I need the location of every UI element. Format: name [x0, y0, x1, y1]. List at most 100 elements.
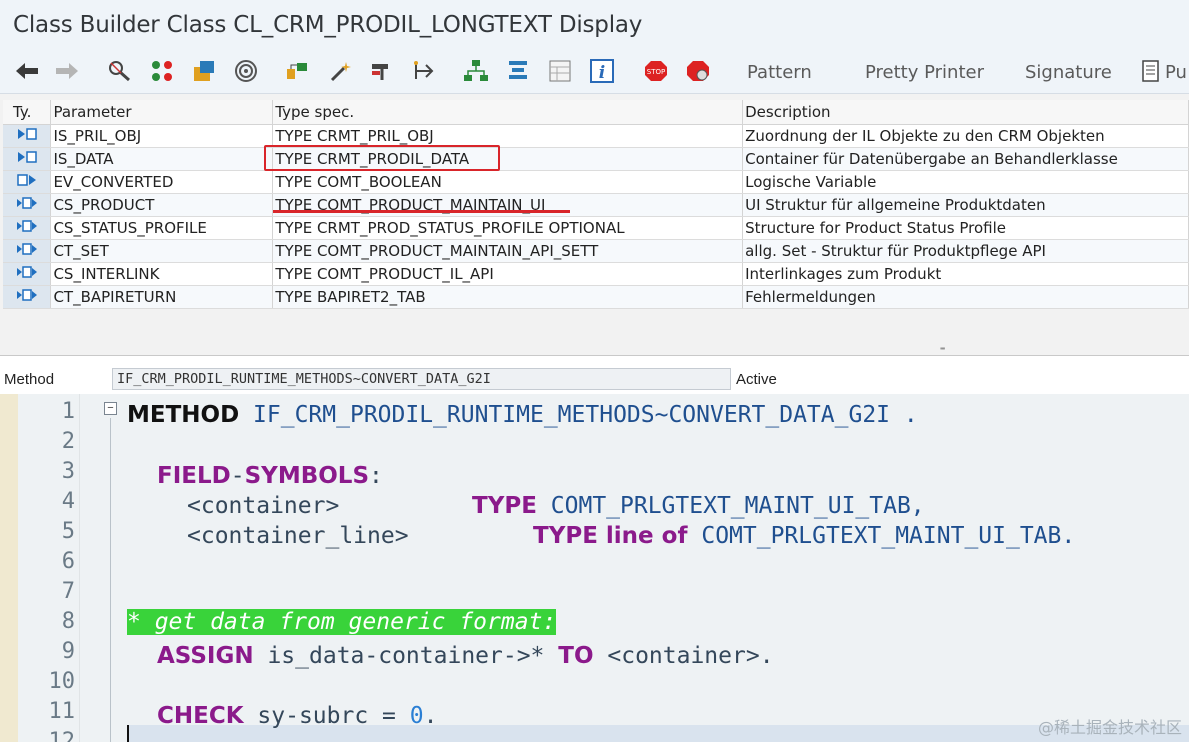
pattern-button[interactable]: Pattern — [747, 62, 812, 83]
keyword-field: FIELD — [157, 463, 231, 489]
type-spec-cell[interactable]: TYPE COMT_BOOLEAN — [272, 170, 744, 194]
table-header-row: Ty. Parameter Type spec. Description — [3, 100, 1189, 125]
line-numbers: 1 2 3 4 5 6 7 8 9 10 11 12 — [18, 394, 80, 742]
table-row[interactable]: CT_SET TYPE COMT_PRODUCT_MAINTAIN_API_SET… — [3, 239, 1189, 263]
type-name: COMT_PRLGTEXT_MAINT_UI_TAB, — [550, 493, 925, 519]
breakpoint-icon[interactable]: STOP — [643, 58, 669, 84]
code-line-4-type: TYPE COMT_PRLGTEXT_MAINT_UI_TAB, — [472, 491, 925, 521]
window-title: Class Builder Class CL_CRM_PRODIL_LONGTE… — [13, 12, 643, 38]
table-row[interactable]: CS_STATUS_PROFILE TYPE CRMT_PROD_STATUS_P… — [3, 216, 1189, 240]
description-cell[interactable]: Interlinkages zum Produkt — [742, 262, 1189, 286]
description-cell[interactable]: UI Struktur für allgemeine Produktdaten — [742, 193, 1189, 217]
statement-end: . — [890, 402, 918, 428]
type-spec-cell[interactable]: TYPE BAPIRET2_TAB — [272, 285, 744, 309]
parameter-panel: Ty. Parameter Type spec. Description IS_… — [0, 94, 1189, 356]
line-number: 9 — [61, 639, 75, 664]
table-row[interactable]: CS_PRODUCT TYPE COMT_PRODUCT_MAINTAIN_UI U… — [3, 193, 1189, 217]
statement-end: . — [423, 703, 438, 729]
method-name-field[interactable]: IF_CRM_PRODIL_RUNTIME_METHODS~CONVERT_DA… — [112, 368, 731, 390]
column-header-description[interactable]: Description — [742, 100, 1189, 125]
where-used-icon[interactable] — [234, 58, 260, 84]
table-row[interactable]: CT_BAPIRETURN TYPE BAPIRET2_TAB Fehlermeld… — [3, 285, 1189, 309]
back-arrow-icon[interactable] — [14, 58, 40, 84]
object-list-icon[interactable] — [285, 58, 311, 84]
keyword-to: TO — [558, 643, 594, 669]
description-cell[interactable]: Logische Variable — [742, 170, 1189, 194]
table-row[interactable]: IS_DATA TYPE CRMT_PRODIL_DATA Container fü… — [3, 147, 1189, 171]
line-number: 12 — [48, 729, 76, 742]
signature-button[interactable]: Signature — [1025, 62, 1112, 83]
type-spec-cell[interactable]: TYPE COMT_PRODUCT_MAINTAIN_UI — [272, 193, 744, 217]
code-line-4: <container> — [187, 491, 339, 521]
pretty-printer-button[interactable]: Pretty Printer — [865, 62, 984, 83]
document-icon[interactable] — [1138, 58, 1164, 84]
hierarchy-icon[interactable] — [505, 58, 531, 84]
changing-parameter-icon[interactable] — [3, 262, 52, 286]
method-name: IF_CRM_PRODIL_RUNTIME_METHODS~CONVERT_DA… — [253, 402, 891, 428]
svg-text:STOP: STOP — [647, 68, 665, 76]
type-spec-cell[interactable]: TYPE CRMT_PRODIL_DATA — [272, 147, 744, 171]
activate-icon[interactable] — [329, 58, 355, 84]
type-spec-cell[interactable]: TYPE CRMT_PRIL_OBJ — [272, 124, 744, 148]
stack-icon[interactable] — [547, 58, 573, 84]
method-bar: Method IF_CRM_PRODIL_RUNTIME_METHODS~CON… — [0, 356, 1189, 394]
table-row[interactable]: CS_INTERLINK TYPE COMT_PRODUCT_IL_API Inte… — [3, 262, 1189, 286]
parameter-cell[interactable]: IS_PRIL_OBJ — [50, 124, 274, 148]
forward-arrow-icon[interactable] — [54, 58, 80, 84]
line-number: 4 — [61, 489, 75, 514]
changing-parameter-icon[interactable] — [3, 239, 52, 263]
watermark: @稀土掘金技术社区 — [1037, 718, 1182, 737]
pu-button[interactable]: Pu — [1165, 62, 1187, 83]
table-row[interactable]: EV_CONVERTED TYPE COMT_BOOLEAN Logische Va… — [3, 170, 1189, 194]
code-editor[interactable]: 1 2 3 4 5 6 7 8 9 10 11 12 − METHOD IF_CRM_PRODIL_R… — [0, 394, 1189, 742]
other-object-icon[interactable] — [107, 58, 133, 84]
changing-parameter-icon[interactable] — [3, 285, 52, 309]
importing-parameter-icon[interactable] — [3, 147, 52, 171]
svg-text:i: i — [599, 63, 605, 83]
description-cell[interactable]: Fehlermeldungen — [742, 285, 1189, 309]
type-spec-cell[interactable]: TYPE COMT_PRODUCT_MAINTAIN_API_SETT — [272, 239, 744, 263]
changing-parameter-icon[interactable] — [3, 216, 52, 240]
info-icon[interactable]: i — [589, 58, 615, 84]
comment: * get data from generic format: — [127, 609, 557, 635]
test-icon[interactable] — [369, 58, 395, 84]
parameter-cell[interactable]: IS_DATA — [50, 147, 274, 171]
parameter-cell[interactable]: CS_STATUS_PROFILE — [50, 216, 274, 240]
column-header-type-spec[interactable]: Type spec. — [272, 100, 744, 125]
type-spec-cell[interactable]: TYPE CRMT_PROD_STATUS_PROFILE OPTIONAL — [272, 216, 744, 240]
external-breakpoint-icon[interactable] — [685, 58, 711, 84]
exporting-parameter-icon[interactable] — [3, 170, 52, 194]
parameter-table: Ty. Parameter Type spec. Description IS_… — [3, 100, 1189, 309]
column-header-ty[interactable]: Ty. — [3, 100, 52, 125]
field-symbol: <container>. — [607, 643, 774, 669]
description-cell[interactable]: Zuordnung der IL Objekte zu den CRM Obje… — [742, 124, 1189, 148]
parameter-cell[interactable]: CT_BAPIRETURN — [50, 285, 274, 309]
keyword-assign: ASSIGN — [157, 643, 254, 669]
line-number: 6 — [61, 549, 75, 574]
description-cell[interactable]: Container für Datenübergabe an Behandler… — [742, 147, 1189, 171]
description-cell[interactable]: Structure for Product Status Profile — [742, 216, 1189, 240]
description-cell[interactable]: allg. Set - Struktur für Produktpflege A… — [742, 239, 1189, 263]
column-header-parameter[interactable]: Parameter — [50, 100, 274, 125]
expression: is_data-container->* — [267, 643, 545, 669]
active-inactive-icon[interactable] — [192, 58, 218, 84]
line-number: 1 — [61, 399, 75, 424]
table-row[interactable]: IS_PRIL_OBJ TYPE CRMT_PRIL_OBJ Zuordnung d… — [3, 124, 1189, 148]
parameter-cell[interactable]: CS_INTERLINK — [50, 262, 274, 286]
code-line-3: FIELD-SYMBOLS: — [157, 461, 383, 491]
parameter-cell[interactable]: EV_CONVERTED — [50, 170, 274, 194]
importing-parameter-icon[interactable] — [3, 124, 52, 148]
field-symbol-container-line: <container_line> — [187, 523, 409, 549]
parameter-cell[interactable]: CT_SET — [50, 239, 274, 263]
dash: - — [230, 463, 245, 489]
navigate-icon[interactable] — [463, 58, 489, 84]
resize-grip[interactable]: '''''' — [940, 346, 945, 356]
number-literal: 0 — [409, 703, 424, 729]
fold-toggle-icon[interactable]: − — [104, 402, 117, 415]
parameter-cell[interactable]: CS_PRODUCT — [50, 193, 274, 217]
enhance-icon[interactable] — [412, 58, 438, 84]
title-bar: Class Builder Class CL_CRM_PRODIL_LONGTE… — [0, 0, 1189, 50]
display-change-icon[interactable] — [150, 58, 176, 84]
changing-parameter-icon[interactable] — [3, 193, 52, 217]
type-spec-cell[interactable]: TYPE COMT_PRODUCT_IL_API — [272, 262, 744, 286]
